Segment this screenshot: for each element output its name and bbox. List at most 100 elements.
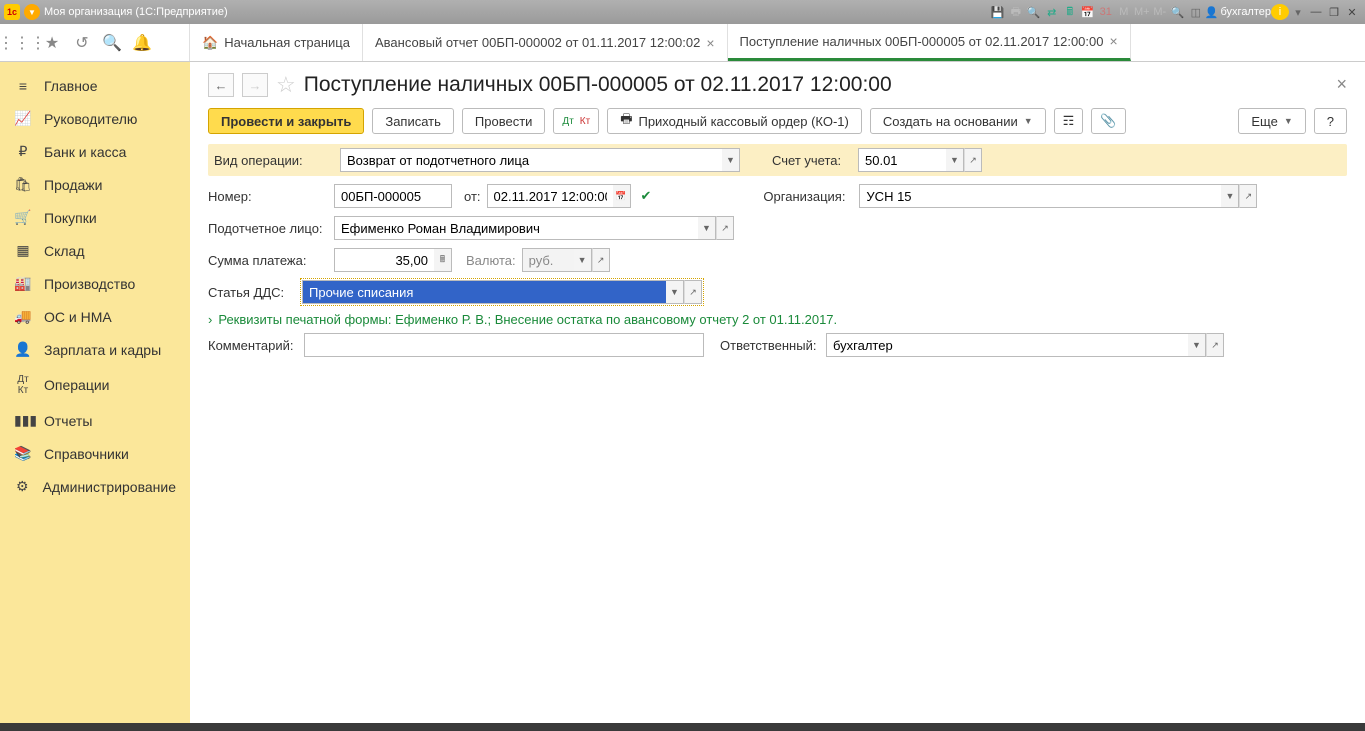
date-input[interactable] bbox=[487, 184, 613, 208]
chart-icon: 📈 bbox=[14, 110, 32, 127]
date-label: от: bbox=[464, 189, 481, 204]
menu-icon: ≡ bbox=[14, 78, 32, 94]
calendar-icon[interactable]: 📅 bbox=[1079, 4, 1097, 20]
post-button[interactable]: Провести bbox=[462, 108, 546, 134]
apps-icon[interactable]: ⋮⋮⋮ bbox=[8, 29, 36, 57]
open-button[interactable]: ↗ bbox=[684, 280, 702, 304]
info-icon[interactable]: i bbox=[1271, 4, 1289, 20]
sidebar-item-sales[interactable]: 🛍Продажи bbox=[0, 168, 190, 201]
dropdown-button[interactable]: ▼ bbox=[698, 216, 716, 240]
m-minus-icon[interactable]: M- bbox=[1151, 4, 1169, 20]
org-input[interactable] bbox=[859, 184, 1221, 208]
maximize-button[interactable]: ❐ bbox=[1325, 6, 1343, 19]
user-label[interactable]: 👤бухгалтер bbox=[1205, 6, 1271, 19]
open-button[interactable]: ↗ bbox=[1239, 184, 1257, 208]
save-icon[interactable]: 💾 bbox=[989, 4, 1007, 20]
help-button[interactable]: ? bbox=[1314, 108, 1347, 134]
sidebar-item-assets[interactable]: 🚚ОС и НМА bbox=[0, 300, 190, 333]
sidebar-item-label: Администрирование bbox=[43, 479, 177, 495]
sidebar-item-label: Продажи bbox=[44, 177, 102, 193]
post-and-close-button[interactable]: Провести и закрыть bbox=[208, 108, 364, 134]
close-icon[interactable]: × bbox=[706, 35, 714, 51]
sidebar-item-label: Банк и касса bbox=[44, 144, 126, 160]
m-plus-icon[interactable]: M+ bbox=[1133, 4, 1151, 20]
comment-input[interactable] bbox=[304, 333, 704, 357]
close-page-button[interactable]: × bbox=[1336, 74, 1347, 95]
m-icon[interactable]: M bbox=[1115, 4, 1133, 20]
sidebar-item-manager[interactable]: 📈Руководителю bbox=[0, 102, 190, 135]
person-input[interactable] bbox=[334, 216, 698, 240]
tab-cash-receipt[interactable]: Поступление наличных 00БП-000005 от 02.1… bbox=[728, 24, 1131, 61]
page-title: Поступление наличных 00БП-000005 от 02.1… bbox=[304, 73, 892, 97]
print-ko1-button[interactable]: 🖶Приходный кассовый ордер (КО-1) bbox=[607, 108, 862, 134]
operation-type-input[interactable] bbox=[340, 148, 722, 172]
sidebar-item-catalogs[interactable]: 📚Справочники bbox=[0, 437, 190, 470]
open-button[interactable]: ↗ bbox=[716, 216, 734, 240]
sidebar-item-operations[interactable]: ДтКт Операции bbox=[0, 366, 190, 404]
preview-icon[interactable]: 🔍 bbox=[1025, 4, 1043, 20]
print-icon[interactable]: 🖶 bbox=[1007, 4, 1025, 20]
ruble-icon: ₽ bbox=[14, 143, 32, 160]
dropdown-button[interactable]: ▼ bbox=[722, 148, 740, 172]
currency-input bbox=[522, 248, 574, 272]
calendar-button[interactable]: 📅 bbox=[613, 184, 631, 208]
compare-icon[interactable]: ⇄ bbox=[1043, 4, 1061, 20]
sidebar-item-production[interactable]: 🏭Производство bbox=[0, 267, 190, 300]
date-icon[interactable]: 31 bbox=[1097, 4, 1115, 20]
calc-button[interactable]: 🖩 bbox=[434, 248, 452, 272]
sidebar-item-main[interactable]: ≡Главное bbox=[0, 70, 190, 102]
tab-home[interactable]: 🏠 Начальная страница bbox=[190, 24, 363, 61]
sidebar-item-bank[interactable]: ₽ Банк и касса bbox=[0, 135, 190, 168]
tab-advance-report[interactable]: Авансовый отчет 00БП-000002 от 01.11.201… bbox=[363, 24, 728, 61]
favorite-icon[interactable]: ★ bbox=[38, 29, 66, 57]
info-dropdown-icon[interactable]: ▾ bbox=[1289, 4, 1307, 20]
dropdown-button[interactable]: ▼ bbox=[1188, 333, 1206, 357]
app-menu-dropdown[interactable]: ▼ bbox=[24, 4, 40, 20]
sidebar-item-purchases[interactable]: 🛒Покупки bbox=[0, 201, 190, 234]
sidebar-item-reports[interactable]: ▮▮▮Отчеты bbox=[0, 404, 190, 437]
open-button[interactable]: ↗ bbox=[1206, 333, 1224, 357]
sidebar-item-label: Производство bbox=[44, 276, 135, 292]
calculator-icon[interactable]: 🖩 bbox=[1061, 4, 1079, 20]
notifications-icon[interactable]: 🔔 bbox=[128, 29, 156, 57]
window-title: Моя организация (1С:Предприятие) bbox=[44, 6, 228, 18]
minimize-button[interactable]: — bbox=[1307, 6, 1325, 18]
sidebar-item-label: Покупки bbox=[44, 210, 97, 226]
dtkt-button[interactable]: ДтКт bbox=[553, 108, 599, 134]
more-button[interactable]: Еще▼ bbox=[1238, 108, 1305, 134]
search-icon[interactable]: 🔍 bbox=[98, 29, 126, 57]
close-window-button[interactable]: ✕ bbox=[1343, 6, 1361, 19]
nav-back-button[interactable]: ← bbox=[208, 73, 234, 97]
zoom-icon[interactable]: 🔍 bbox=[1169, 4, 1187, 20]
history-icon[interactable]: ↺ bbox=[68, 29, 96, 57]
attach-button[interactable]: 📎 bbox=[1091, 108, 1125, 134]
currency-label: Валюта: bbox=[466, 253, 516, 268]
structure-button[interactable]: ☶ bbox=[1054, 108, 1084, 134]
person-icon: 👤 bbox=[14, 341, 32, 358]
dropdown-button[interactable]: ▼ bbox=[666, 280, 684, 304]
sidebar-item-admin[interactable]: ⚙Администрирование bbox=[0, 470, 190, 503]
window-titlebar: 1c ▼ Моя организация (1С:Предприятие) 💾 … bbox=[0, 0, 1365, 24]
dropdown-button[interactable]: ▼ bbox=[946, 148, 964, 172]
sidebar-item-warehouse[interactable]: ▦Склад bbox=[0, 234, 190, 267]
create-based-on-button[interactable]: Создать на основании▼ bbox=[870, 108, 1046, 134]
panels-icon[interactable]: ◫ bbox=[1187, 4, 1205, 20]
favorite-star-icon[interactable]: ☆ bbox=[276, 72, 296, 98]
top-toolbar: ⋮⋮⋮ ★ ↺ 🔍 🔔 🏠 Начальная страница Авансов… bbox=[0, 24, 1365, 62]
dropdown-button[interactable]: ▼ bbox=[1221, 184, 1239, 208]
sidebar-item-label: Справочники bbox=[44, 446, 129, 462]
nav-forward-button[interactable]: → bbox=[242, 73, 268, 97]
responsible-input[interactable] bbox=[826, 333, 1188, 357]
number-input[interactable] bbox=[334, 184, 452, 208]
person-label: Подотчетное лицо: bbox=[208, 221, 328, 236]
sum-input[interactable] bbox=[334, 248, 434, 272]
sidebar-item-hr[interactable]: 👤Зарплата и кадры bbox=[0, 333, 190, 366]
save-button[interactable]: Записать bbox=[372, 108, 454, 134]
dtkt-icon: ДтКт bbox=[14, 374, 32, 396]
close-icon[interactable]: × bbox=[1110, 33, 1118, 49]
sidebar-item-label: Операции bbox=[44, 377, 110, 393]
print-details-toggle[interactable]: › Реквизиты печатной формы: Ефименко Р. … bbox=[208, 312, 1347, 327]
account-input[interactable] bbox=[858, 148, 946, 172]
dds-input[interactable] bbox=[302, 280, 666, 304]
open-button[interactable]: ↗ bbox=[964, 148, 982, 172]
